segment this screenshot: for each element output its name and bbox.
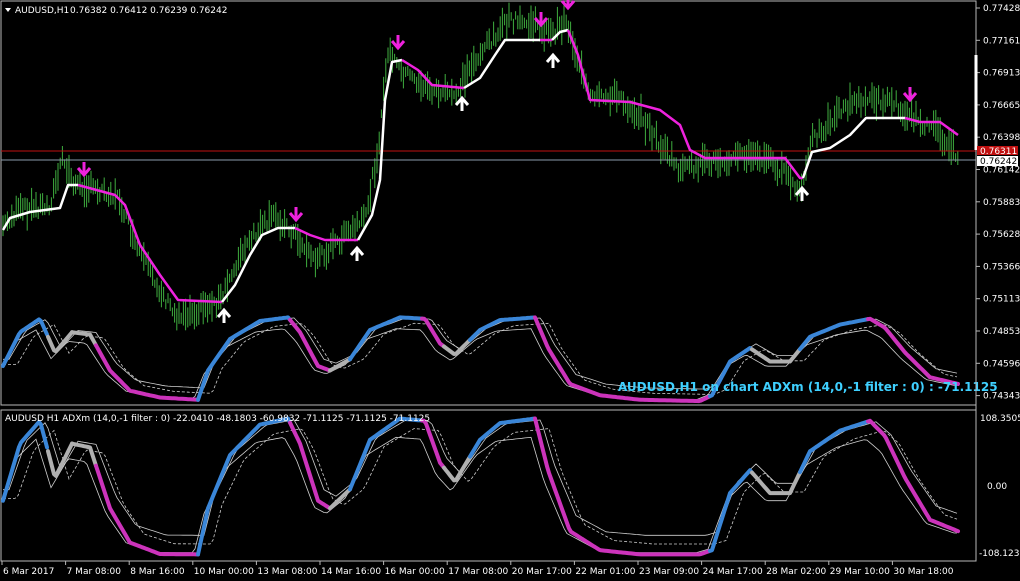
price-tick-label: 0.76142 <box>983 166 1020 176</box>
svg-text:0.76311: 0.76311 <box>980 147 1017 157</box>
svg-text:0.76242: 0.76242 <box>980 157 1017 167</box>
symbol-title: AUDUSD,H1 <box>15 6 69 16</box>
price-tick-label: 0.76665 <box>983 101 1020 111</box>
time-tick-label: 22 Mar 01:00 <box>575 567 635 577</box>
time-tick-label: 23 Mar 09:00 <box>639 567 699 577</box>
time-tick-label: 6 Mar 2017 <box>3 567 54 577</box>
sub-scale-top: 108.3505 <box>980 414 1020 424</box>
sub-scale-mid: 0.00 <box>987 482 1007 492</box>
price-tick-label: 0.77428 <box>983 4 1020 14</box>
price-tick-label: 0.74596 <box>983 359 1020 369</box>
time-tick-label: 13 Mar 08:00 <box>257 567 317 577</box>
sub-scale-bottom: -108.1237 <box>979 549 1020 559</box>
time-tick-label: 30 Mar 18:00 <box>893 567 953 577</box>
chart-window[interactable]: AUDUSD,H1 0.76382 0.76412 0.76239 0.7624… <box>0 0 1020 581</box>
time-tick-label: 8 Mar 16:00 <box>130 567 185 577</box>
overlay-indicator-label: AUDUSD,H1 on chart ADXm (14,0,-1 filter … <box>618 380 998 394</box>
price-tick-label: 0.77161 <box>983 36 1020 46</box>
price-tick-label: 0.76913 <box>983 69 1020 79</box>
time-tick-label: 24 Mar 17:00 <box>703 567 763 577</box>
time-tick-label: 16 Mar 00:00 <box>385 567 445 577</box>
price-tick-label: 0.75883 <box>983 198 1020 208</box>
adx-subwindow-label: AUDUSD H1 ADXm (14,0,-1 filter : 0) -22.… <box>5 414 430 424</box>
time-tick-label: 14 Mar 16:00 <box>321 567 381 577</box>
price-badge-red: 0.76311 <box>977 146 1018 157</box>
time-tick-label: 20 Mar 17:00 <box>512 567 572 577</box>
price-tick-label: 0.75628 <box>983 230 1020 240</box>
price-tick-label: 0.75366 <box>983 262 1020 272</box>
price-tick-label: 0.74343 <box>983 392 1020 402</box>
time-tick-label: 29 Mar 10:00 <box>830 567 890 577</box>
symbol-header[interactable]: AUDUSD,H1 0.76382 0.76412 0.76239 0.7624… <box>5 6 227 16</box>
time-tick-label: 7 Mar 08:00 <box>67 567 122 577</box>
time-tick-label: 10 Mar 00:00 <box>194 567 254 577</box>
price-tick-label: 0.75113 <box>983 295 1020 305</box>
price-tick-label: 0.76398 <box>983 133 1020 143</box>
ohlc-values: 0.76382 0.76412 0.76239 0.76242 <box>70 6 227 16</box>
price-badge-current: 0.76242 <box>977 156 1018 167</box>
price-tick-label: 0.74853 <box>983 327 1020 337</box>
time-tick-label: 17 Mar 08:00 <box>448 567 508 577</box>
time-tick-label: 28 Mar 02:00 <box>766 567 826 577</box>
